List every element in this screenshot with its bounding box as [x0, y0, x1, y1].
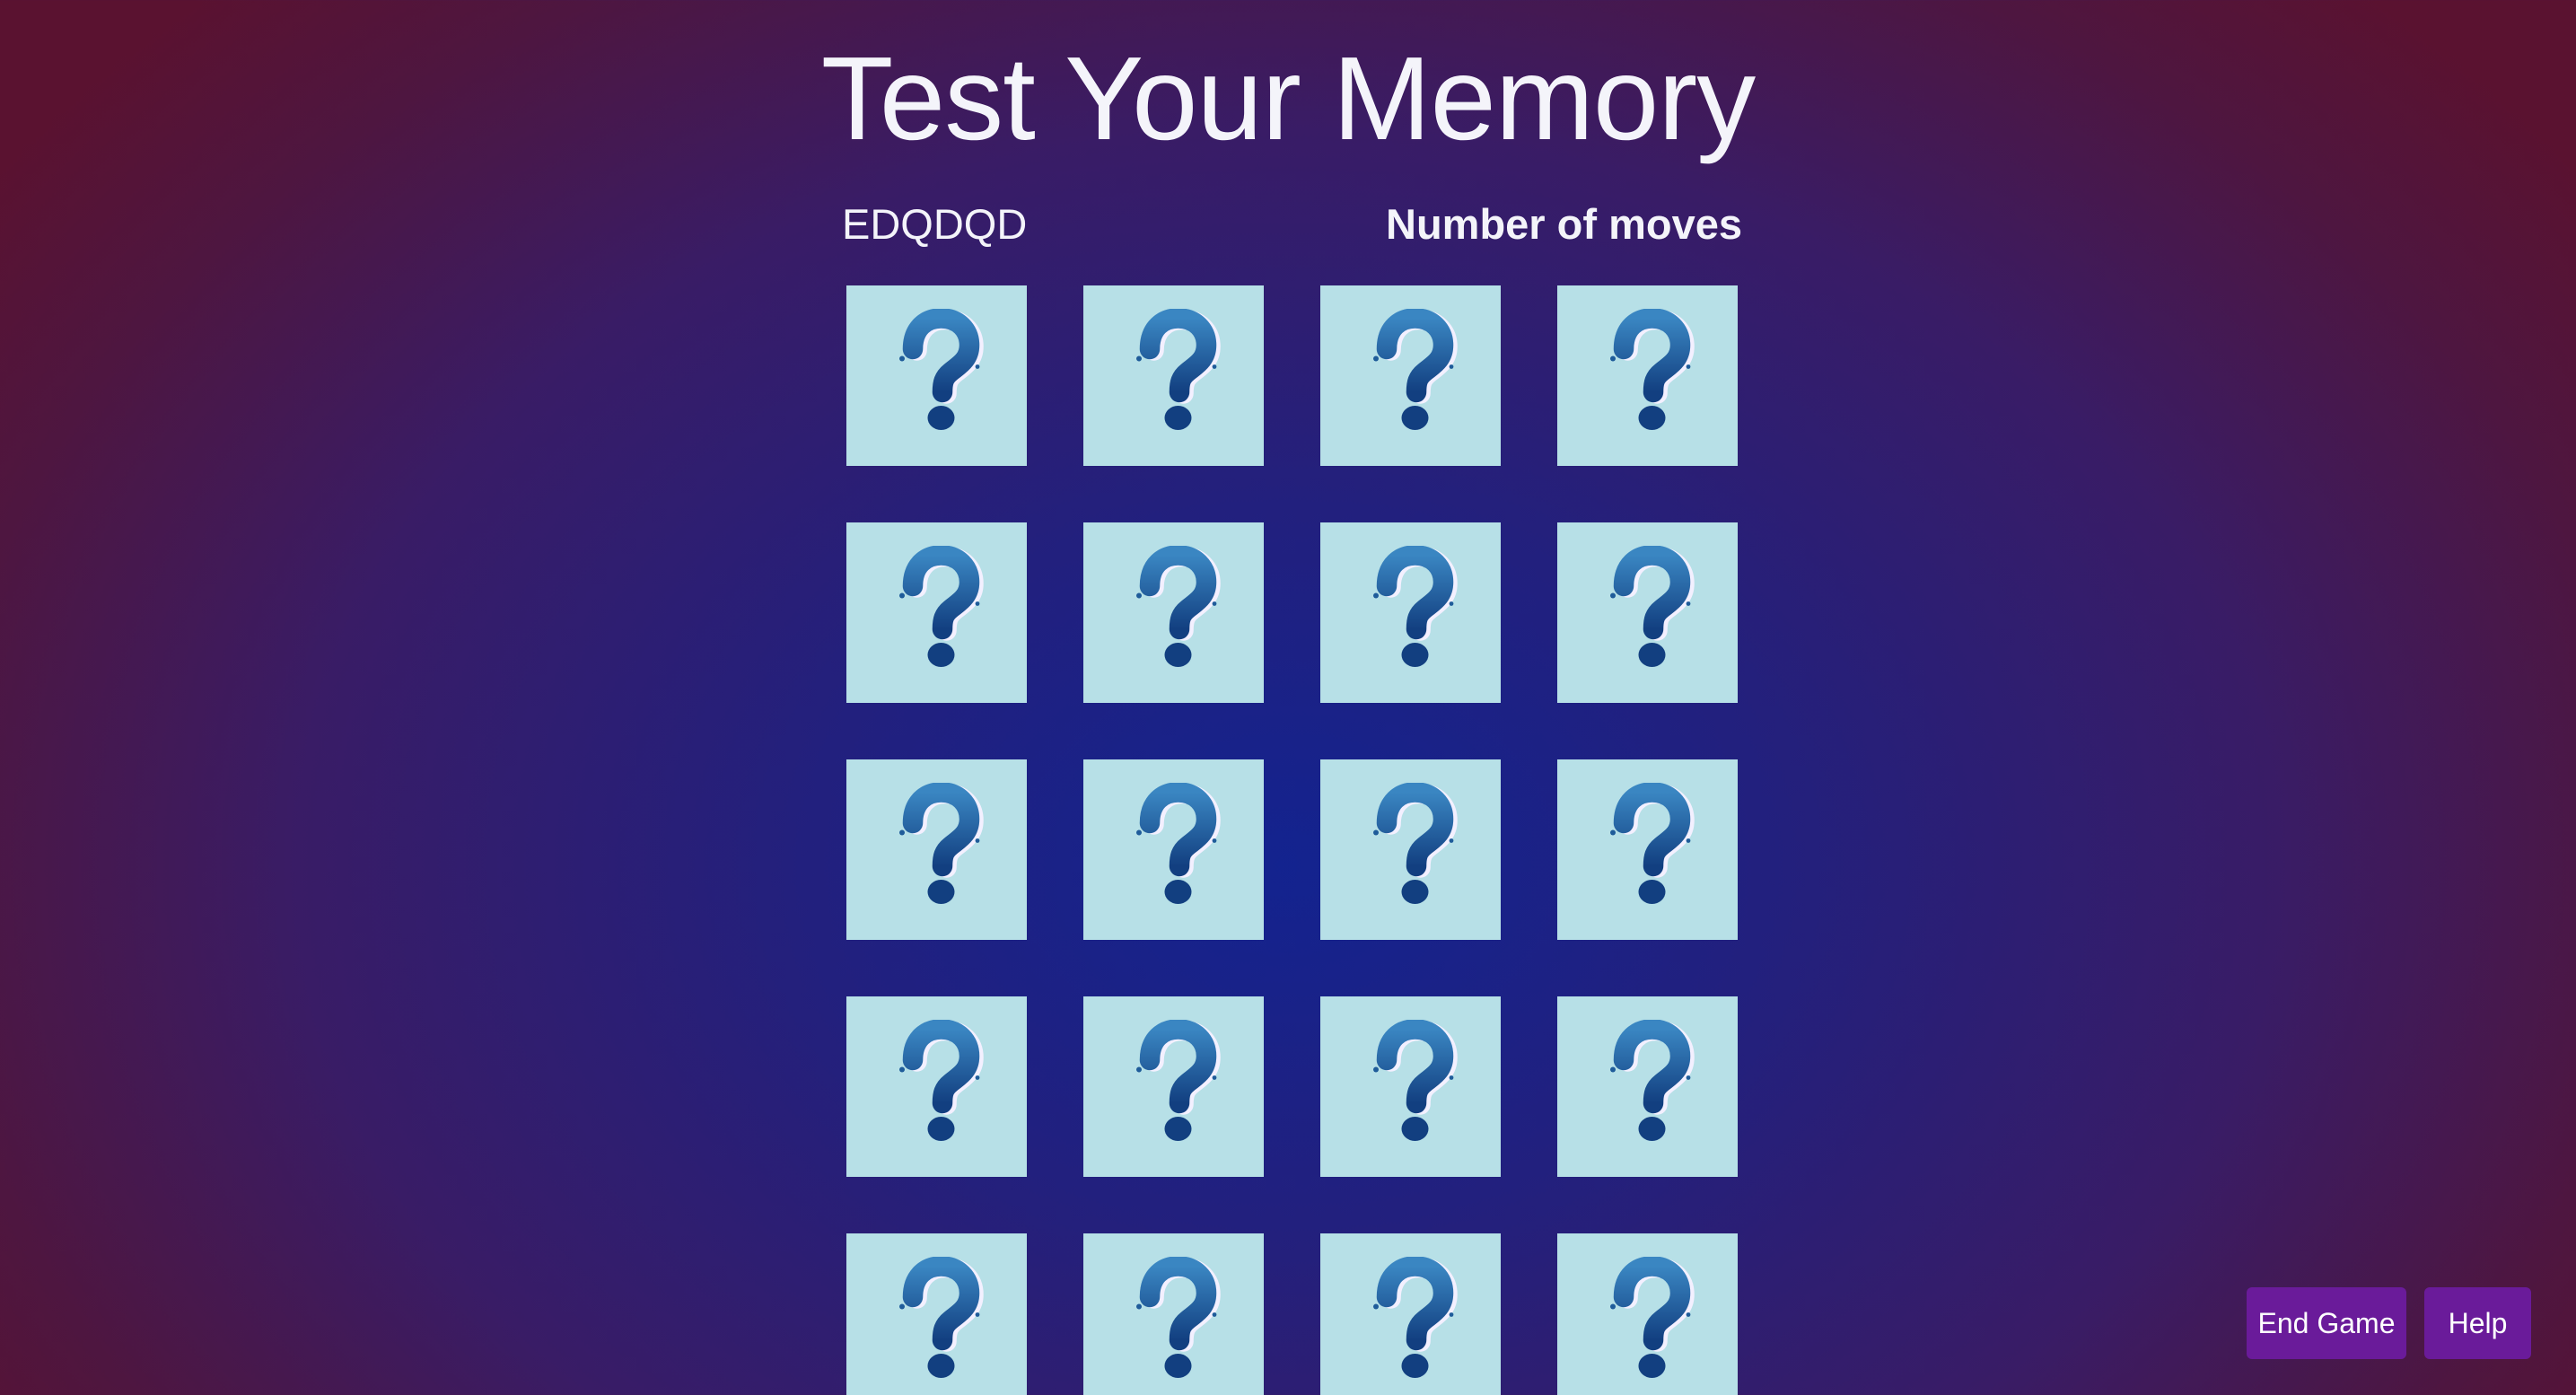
- question-mark-icon: [870, 545, 1004, 680]
- question-mark-icon: [1107, 545, 1241, 680]
- status-bar: EDQDQD Number of moves: [842, 196, 1742, 253]
- memory-card[interactable]: [846, 996, 1027, 1177]
- memory-card[interactable]: [1083, 759, 1264, 940]
- question-mark-icon: [870, 1019, 1004, 1154]
- question-mark-icon: [870, 308, 1004, 443]
- memory-card[interactable]: [846, 759, 1027, 940]
- memory-card[interactable]: [1083, 522, 1264, 703]
- question-mark-icon: [1107, 308, 1241, 443]
- memory-card[interactable]: [846, 1233, 1027, 1395]
- memory-card[interactable]: [1557, 996, 1738, 1177]
- memory-card[interactable]: [1557, 759, 1738, 940]
- memory-card[interactable]: [1320, 759, 1501, 940]
- question-mark-icon: [1581, 308, 1715, 443]
- question-mark-icon: [1581, 1019, 1715, 1154]
- question-mark-icon: [1581, 1256, 1715, 1391]
- question-mark-icon: [1107, 1256, 1241, 1391]
- end-game-button[interactable]: End Game: [2247, 1287, 2406, 1359]
- moves-counter-label: Number of moves: [1386, 200, 1742, 248]
- memory-card[interactable]: [1083, 996, 1264, 1177]
- memory-card[interactable]: [1557, 522, 1738, 703]
- question-mark-icon: [1581, 782, 1715, 917]
- question-mark-icon: [1107, 782, 1241, 917]
- memory-card[interactable]: [1320, 996, 1501, 1177]
- question-mark-icon: [870, 782, 1004, 917]
- memory-card[interactable]: [1557, 285, 1738, 466]
- card-grid: [846, 285, 1738, 1395]
- memory-card[interactable]: [1083, 285, 1264, 466]
- memory-card[interactable]: [1320, 522, 1501, 703]
- memory-card[interactable]: [1083, 1233, 1264, 1395]
- question-mark-icon: [1344, 782, 1478, 917]
- memory-card[interactable]: [846, 522, 1027, 703]
- question-mark-icon: [1344, 545, 1478, 680]
- question-mark-icon: [1344, 1256, 1478, 1391]
- question-mark-icon: [1344, 1019, 1478, 1154]
- question-mark-icon: [1581, 545, 1715, 680]
- question-mark-icon: [1107, 1019, 1241, 1154]
- memory-card[interactable]: [846, 285, 1027, 466]
- question-mark-icon: [870, 1256, 1004, 1391]
- memory-card[interactable]: [1557, 1233, 1738, 1395]
- page-title: Test Your Memory: [820, 32, 1756, 164]
- memory-card[interactable]: [1320, 285, 1501, 466]
- memory-card[interactable]: [1320, 1233, 1501, 1395]
- help-button[interactable]: Help: [2424, 1287, 2531, 1359]
- question-mark-icon: [1344, 308, 1478, 443]
- player-name: EDQDQD: [842, 200, 1028, 248]
